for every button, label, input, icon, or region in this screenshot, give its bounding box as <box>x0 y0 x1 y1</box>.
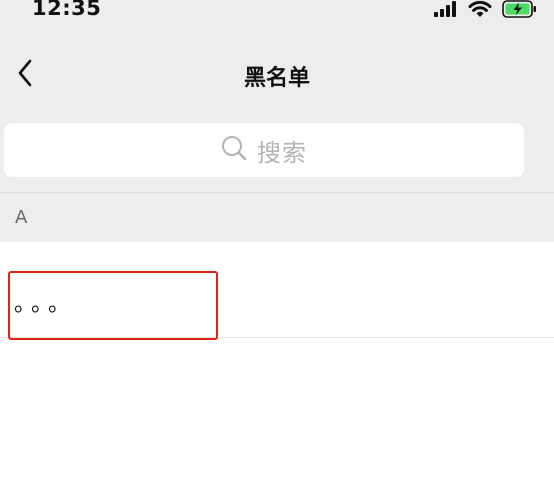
status-time: 12:35 <box>32 0 102 20</box>
signal-icon <box>434 1 458 21</box>
wifi-icon <box>468 0 492 22</box>
highlight-box <box>8 271 218 340</box>
search-input[interactable]: 搜索 <box>4 123 524 177</box>
status-bar: 12:35 <box>0 0 554 26</box>
section-letter: A <box>15 207 28 228</box>
navigation-bar: 黑名单 <box>0 46 554 104</box>
search-placeholder: 搜索 <box>257 138 307 167</box>
page-title: 黑名单 <box>243 66 310 91</box>
search-icon <box>221 135 247 165</box>
section-header: A <box>0 192 554 242</box>
status-icons <box>434 0 538 22</box>
battery-charging-icon <box>502 0 538 22</box>
header-area: 12:35 黑名单 搜索 <box>0 0 554 193</box>
